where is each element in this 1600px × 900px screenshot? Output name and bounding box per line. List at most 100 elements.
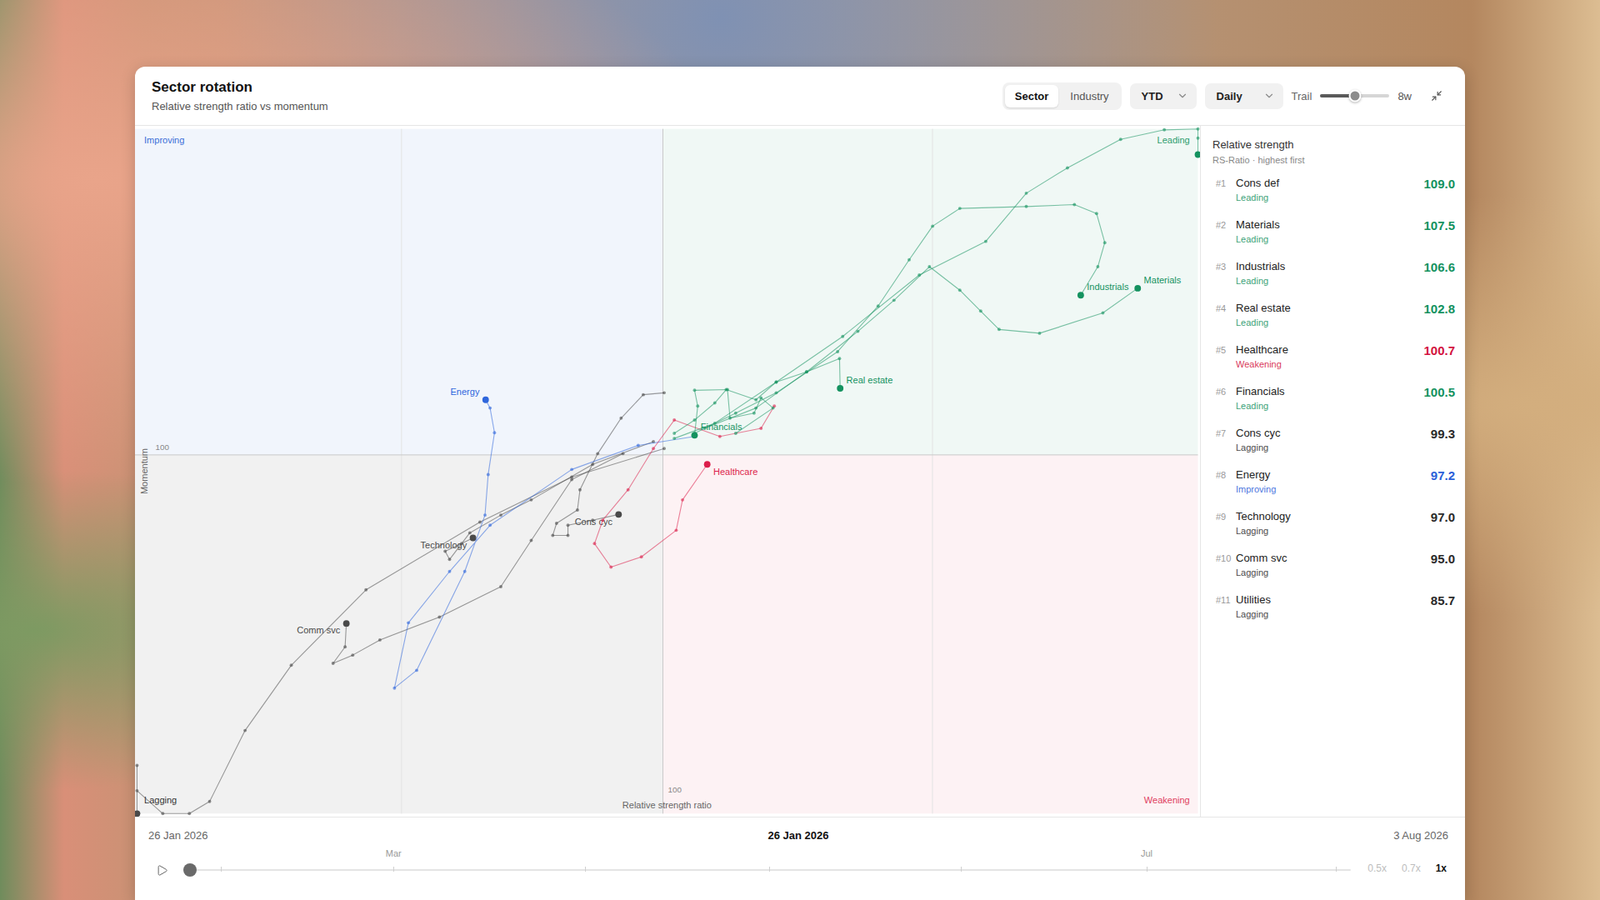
trail-point [930, 224, 935, 228]
trail-point [693, 431, 697, 435]
sector-row[interactable]: #3IndustrialsLeading106.6 [1212, 260, 1455, 302]
trail-point [840, 335, 845, 339]
trail-point [754, 398, 758, 402]
sector-row[interactable]: #4Real estateLeading102.8 [1212, 301, 1455, 344]
x-axis-tick: 100 [668, 785, 683, 795]
trail-point [566, 523, 570, 527]
quadrant-label: Lagging [144, 795, 177, 805]
trail-point [1025, 191, 1029, 195]
sector-point[interactable] [1134, 285, 1141, 292]
sector-row[interactable]: #1Cons defLeading109.0 [1212, 176, 1455, 219]
sector-rank: #1 [1212, 176, 1236, 189]
trail-point [243, 729, 247, 733]
sector-label: Healthcare [713, 466, 758, 477]
sector-point[interactable] [615, 510, 622, 518]
trail-point [187, 811, 191, 815]
sector-point[interactable] [135, 810, 140, 817]
sector-status: Weakening [1235, 359, 1424, 370]
title-block: Sector rotationRelative strength ratio v… [151, 79, 329, 113]
sector-row[interactable]: #11UtilitiesLagging85.7 [1212, 593, 1455, 635]
trail-point [530, 539, 534, 543]
trail-point [775, 380, 779, 384]
sector-point[interactable] [691, 431, 699, 439]
play-button[interactable] [151, 860, 172, 880]
sector-trail: Energy [392, 386, 696, 690]
sector-row[interactable]: #6FinancialsLeading100.5 [1212, 385, 1455, 427]
timeline-tick [769, 866, 770, 872]
sector-point[interactable] [704, 460, 711, 468]
trail-point [1038, 331, 1042, 335]
trail-point [555, 521, 559, 525]
timeline: 26 Jan 202626 Jan 20263 Aug 2026MarJul0.… [135, 816, 1465, 900]
sector-row[interactable]: #2MaterialsLeading107.5 [1212, 218, 1455, 260]
sector-label: Technology [420, 540, 468, 550]
sector-point[interactable] [470, 535, 477, 542]
trail-point [595, 451, 600, 455]
view-tab[interactable]: Industry [1060, 85, 1119, 108]
trail-label: Trail [1291, 90, 1313, 103]
speed-button[interactable]: 0.5x [1365, 860, 1389, 876]
trail-point [331, 661, 335, 665]
sector-point[interactable] [343, 620, 350, 627]
trail-point [641, 393, 645, 397]
sector-row[interactable]: #10Comm svcLagging95.0 [1212, 551, 1455, 594]
sector-label: Materials [1144, 275, 1182, 285]
sector-row[interactable]: #8EnergyImproving97.2 [1212, 468, 1455, 510]
timeline-tick [220, 866, 222, 872]
trail-point [364, 588, 368, 592]
sector-row[interactable]: #7Cons cycLagging99.3 [1212, 426, 1455, 469]
sector-name: Materials [1235, 218, 1424, 231]
trail-reading: 8w [1397, 90, 1412, 103]
timeline-track [183, 869, 1351, 871]
trail-slider-thumb[interactable] [1348, 90, 1361, 103]
trail-line [694, 390, 773, 436]
end-date: 3 Aug 2026 [829, 829, 1450, 842]
sector-rank: #5 [1212, 343, 1236, 355]
sector-point[interactable] [482, 396, 490, 404]
sector-name: Cons def [1235, 176, 1424, 190]
quadrant-area [662, 455, 1198, 814]
trail-point [979, 309, 983, 313]
trail-point [752, 411, 756, 415]
y-axis-tick: 100 [155, 442, 170, 452]
trail-point [1119, 137, 1123, 141]
collapse-button[interactable] [1425, 84, 1449, 108]
sector-point[interactable] [836, 385, 844, 392]
trail-point [759, 426, 763, 430]
sector-info: UtilitiesLagging [1235, 593, 1431, 620]
period-dropdown[interactable]: YTD [1130, 83, 1197, 110]
view-tab[interactable]: Sector [1005, 85, 1059, 108]
trail-point [626, 488, 630, 492]
trail-point [837, 356, 841, 360]
trail-point [1025, 205, 1029, 209]
chevron-down-icon [1263, 90, 1275, 102]
trail-point [917, 273, 921, 277]
sector-label: Cons cyc [575, 516, 614, 527]
trail-slider[interactable] [1320, 94, 1390, 98]
sector-label: Industrials [1086, 281, 1130, 292]
sector-row[interactable]: #5HealthcareWeakening100.7 [1212, 343, 1455, 385]
toolbar: SectorIndustry YTD Daily Trail 8w [1002, 82, 1449, 110]
collapse-icon [1430, 90, 1443, 102]
sector-row[interactable]: #9TechnologyLagging97.0 [1212, 510, 1455, 552]
trail-point [208, 800, 212, 804]
trail-point [448, 570, 452, 574]
trail-point [651, 446, 655, 450]
trail-point [771, 406, 775, 410]
trail-point [1101, 311, 1105, 315]
trail-point [958, 206, 962, 210]
trail-point [448, 557, 452, 561]
sector-trail [672, 127, 1200, 440]
sector-trail: Real estate [672, 356, 893, 435]
quadrant-area [662, 129, 1198, 455]
sector-name: Healthcare [1235, 343, 1424, 356]
speed-button[interactable]: 1x [1434, 860, 1449, 876]
interval-dropdown[interactable]: Daily [1205, 83, 1284, 110]
sector-status: Lagging [1235, 567, 1431, 578]
trail-point [488, 406, 492, 410]
timeline-slider[interactable]: MarJul [183, 846, 1351, 880]
trail-point [592, 541, 596, 545]
speed-button[interactable]: 0.7x [1400, 860, 1423, 876]
timeline-thumb[interactable] [183, 863, 197, 877]
sector-point[interactable] [1077, 291, 1085, 299]
